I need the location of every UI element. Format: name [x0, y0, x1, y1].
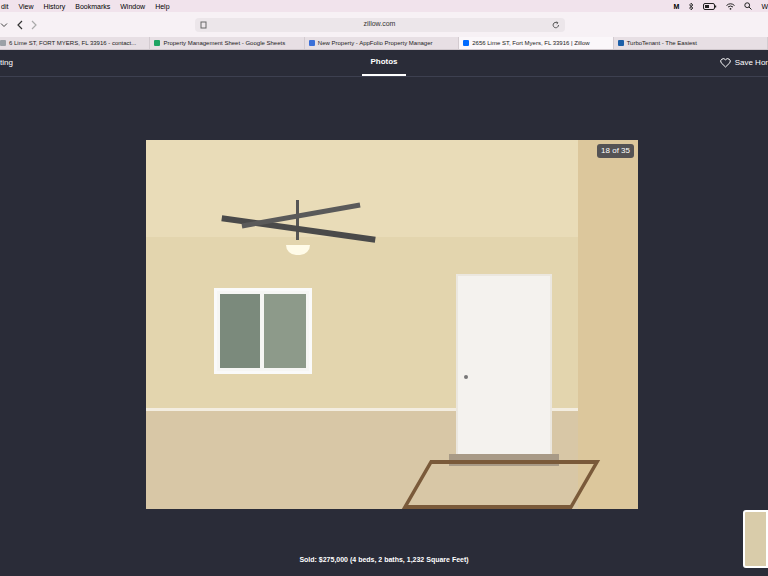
browser-tab[interactable]: New Property - AppFolio Property Manager	[305, 37, 459, 49]
battery-icon	[703, 3, 717, 10]
menu-items: dit View History Bookmarks Window Help	[0, 3, 170, 10]
tab-label: 2656 Lime ST, Fort Myers, FL 33916 | Zil…	[472, 40, 589, 46]
tile-border	[402, 460, 600, 509]
side-wall	[578, 140, 638, 509]
forward-icon	[30, 20, 38, 30]
favicon-icon	[0, 40, 6, 46]
page-icon	[200, 21, 207, 29]
header-left: ting	[0, 50, 200, 76]
save-home-button[interactable]: Save Hor	[735, 57, 768, 69]
fan-light	[286, 245, 310, 255]
photos-title: Photos	[370, 56, 397, 68]
status-area: MW	[674, 2, 768, 11]
browser-tab[interactable]: 6 Lime ST, FORT MYERS, FL 33916 - contac…	[0, 37, 150, 49]
listing-photo: 18 of 35	[146, 140, 638, 509]
menu-item[interactable]: View	[18, 3, 33, 10]
window-view	[264, 294, 306, 368]
favicon-icon	[154, 40, 160, 46]
counter-text: 18 of 35	[601, 146, 630, 155]
door	[456, 274, 552, 464]
back-to-listing[interactable]: ting	[0, 57, 13, 69]
tab-label: TurboTenant - The Easiest	[627, 40, 697, 46]
reload-icon	[552, 21, 560, 29]
photos-tab[interactable]: Photos	[362, 50, 405, 76]
menu-item[interactable]: History	[43, 3, 65, 10]
photo-counter: 18 of 35	[597, 144, 634, 158]
tab-bar: 6 Lime ST, FORT MYERS, FL 33916 - contac…	[0, 37, 768, 50]
menu-bar: ditViewHistoryBookmarksWindowHelpMW	[0, 0, 768, 12]
tab-label: New Property - AppFolio Property Manager	[318, 40, 433, 46]
status-item: W	[761, 3, 768, 10]
search-icon	[744, 2, 752, 10]
address-bar[interactable]: zillow.com	[195, 18, 565, 32]
menu-item[interactable]: Help	[155, 3, 169, 10]
browser-tab[interactable]: Property Management Sheet - Google Sheet…	[150, 37, 304, 49]
sale-caption: Sold: $275,000 (4 beds, 2 baths, 1,232 S…	[299, 556, 468, 563]
toolbar: zillow.com	[0, 12, 768, 37]
tab-label: Property Management Sheet - Google Sheet…	[163, 40, 285, 46]
favicon-icon	[618, 40, 624, 46]
photo-viewer: ting Photos Save Hor 18 of 35 Sold: $275,000…	[0, 50, 768, 576]
tab-overview-icon	[0, 22, 8, 28]
photo-area: 18 of 35	[0, 77, 768, 509]
photo-thumbnail[interactable]	[743, 510, 768, 568]
bluetooth-icon	[688, 2, 694, 11]
menu-item[interactable]: dit	[1, 3, 8, 10]
heart-icon	[720, 58, 731, 68]
browser-tab[interactable]: TurboTenant - The Easiest	[614, 37, 768, 49]
status-item[interactable]: M	[674, 3, 680, 10]
favicon-icon	[463, 40, 469, 46]
menu-item[interactable]: Window	[120, 3, 145, 10]
ceiling	[146, 140, 638, 237]
header-center: Photos	[200, 50, 568, 76]
wifi-icon	[726, 3, 735, 10]
favicon-icon	[309, 40, 315, 46]
photo-caption: Sold: $275,000 (4 beds, 2 baths, 1,232 S…	[0, 555, 768, 566]
header-right: Save Hor	[568, 50, 768, 76]
browser-tab[interactable]: 2656 Lime ST, Fort Myers, FL 33916 | Zil…	[459, 37, 613, 49]
viewer-header: ting Photos Save Hor	[0, 50, 768, 77]
menu-item[interactable]: Bookmarks	[75, 3, 110, 10]
door-knob	[464, 375, 468, 379]
fan-rod	[296, 200, 299, 240]
back-icon	[16, 20, 24, 30]
tab-label: 6 Lime ST, FORT MYERS, FL 33916 - contac…	[9, 40, 136, 46]
address-text: zillow.com	[207, 19, 552, 30]
window-view	[220, 294, 260, 368]
